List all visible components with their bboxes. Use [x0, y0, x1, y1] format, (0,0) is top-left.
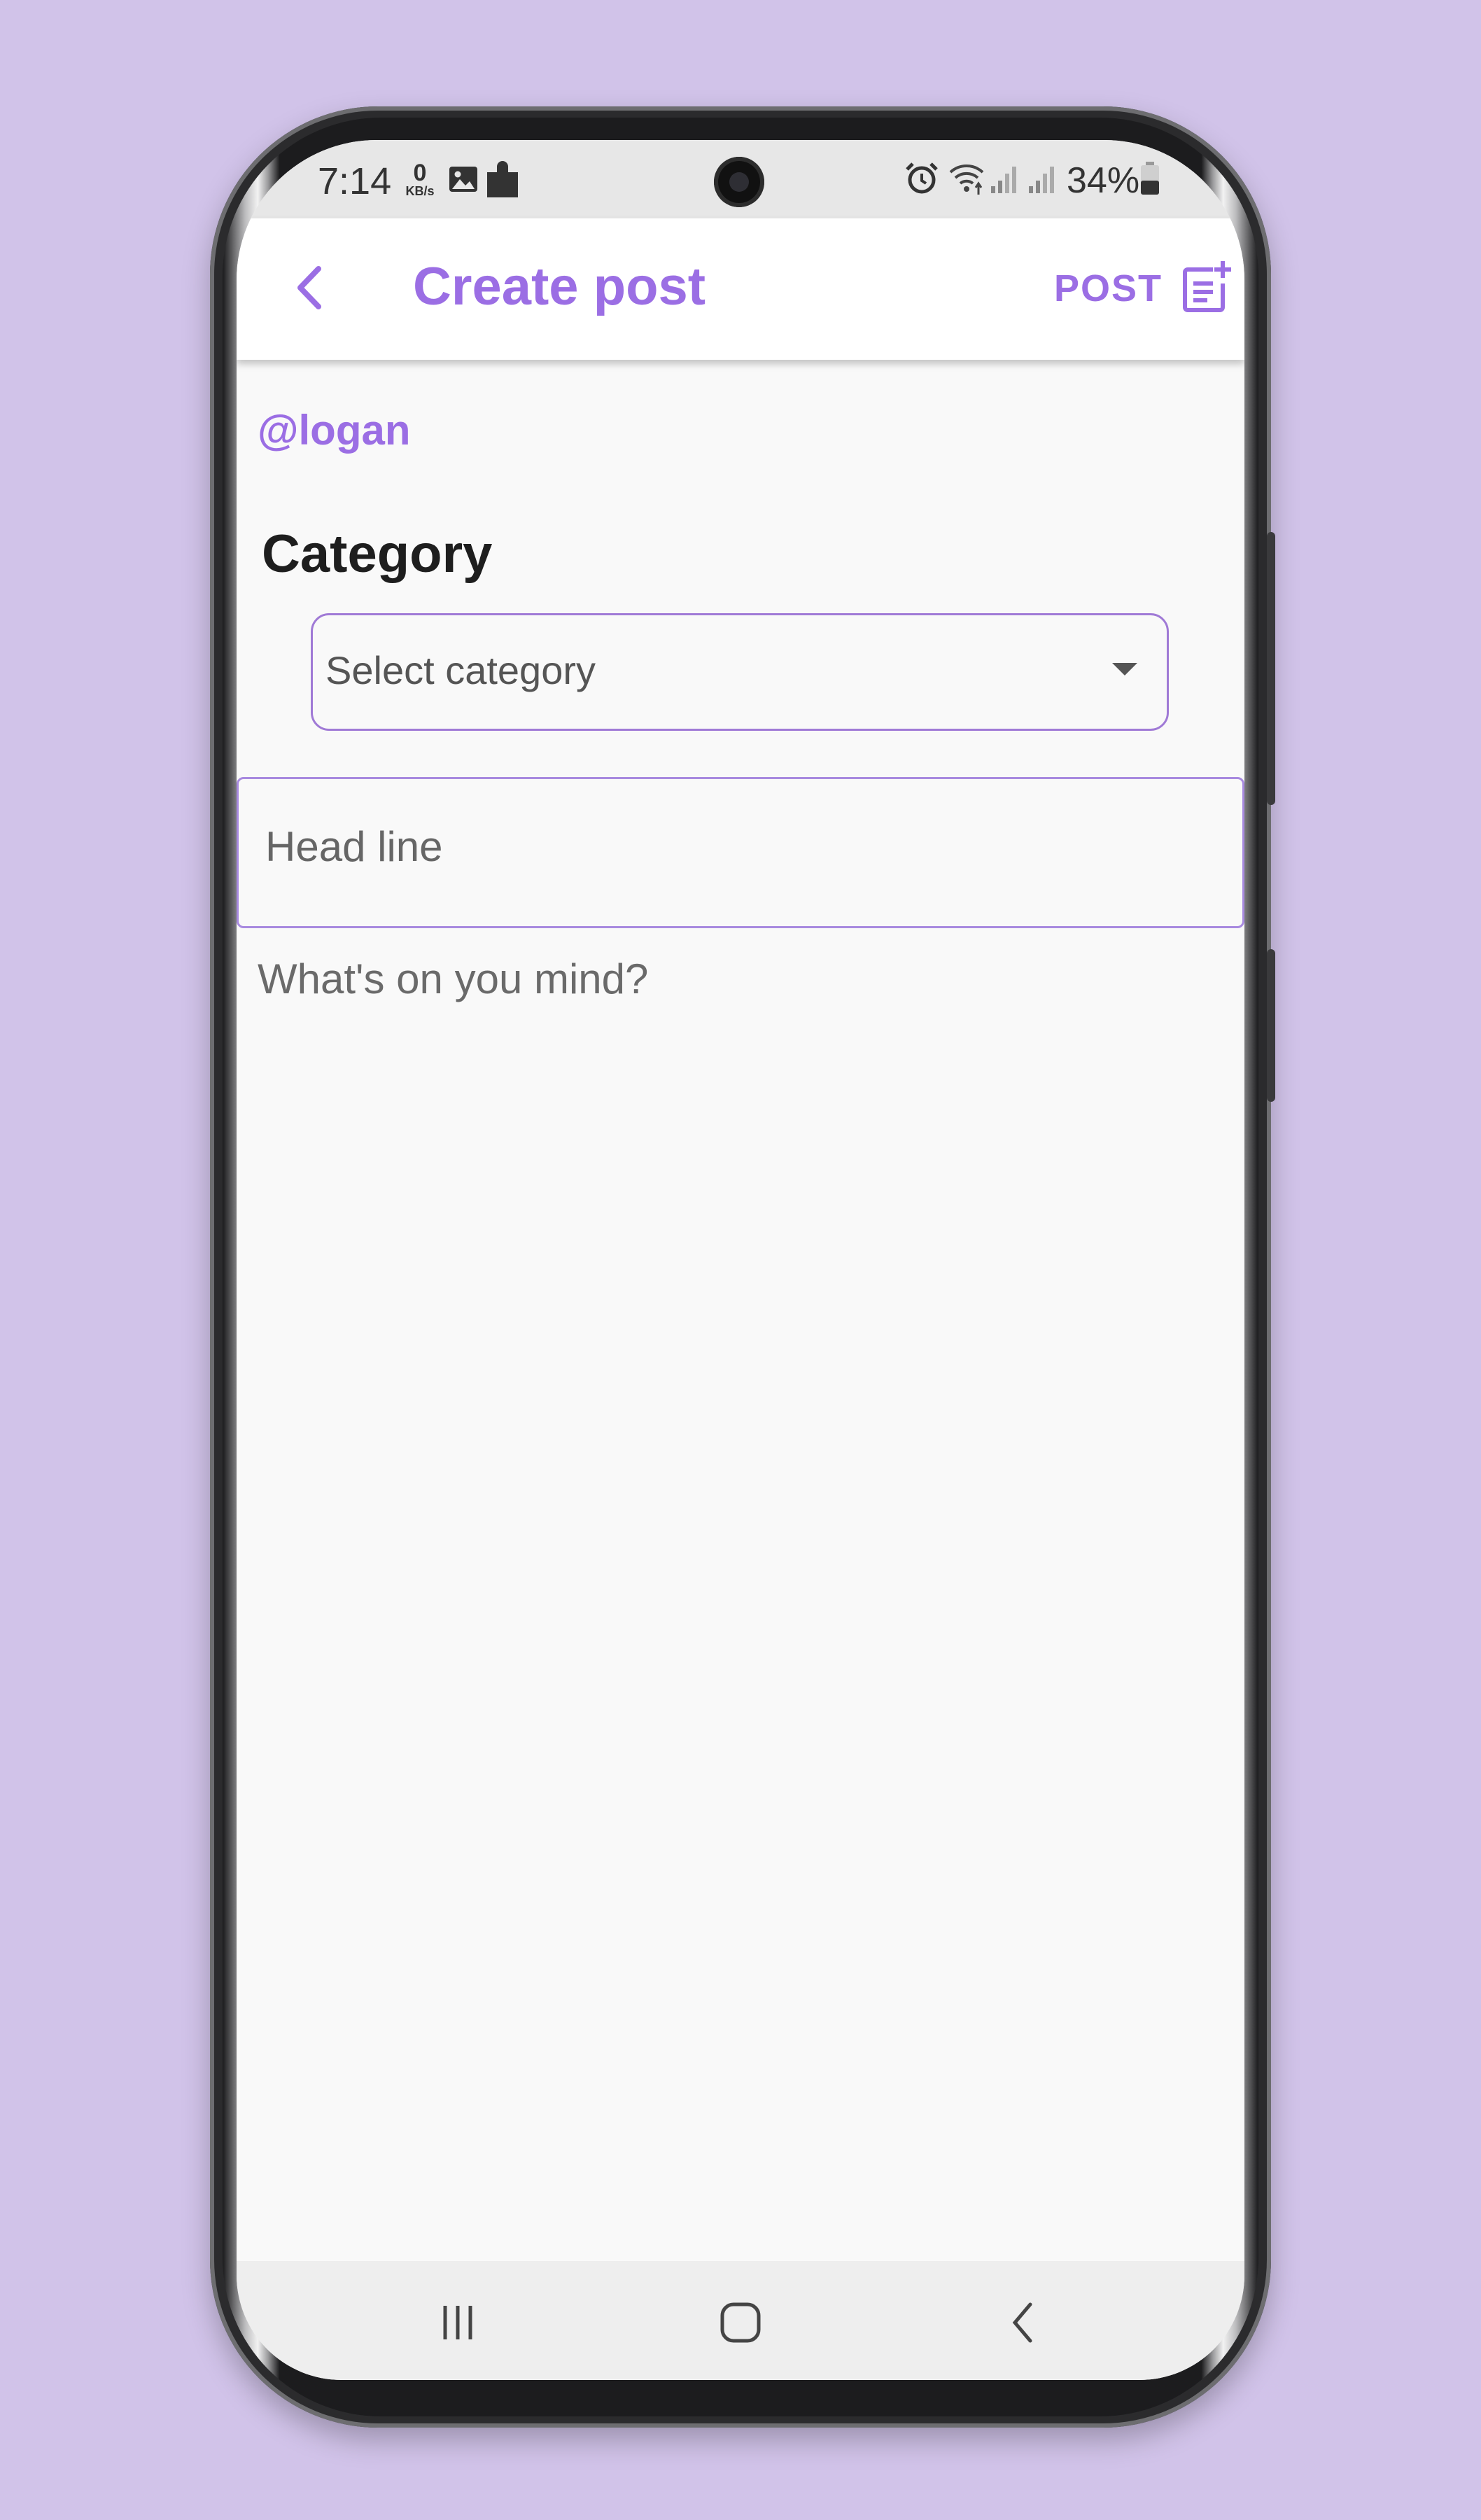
battery-percent: 34% [1067, 160, 1140, 201]
headline-placeholder: Head line [265, 823, 443, 870]
network-speed: 0 KB/s [399, 161, 441, 197]
volume-button [1267, 949, 1275, 1102]
signal-icon [988, 164, 1019, 198]
category-select[interactable]: Select category [311, 613, 1169, 731]
post-button-label: POST [1054, 267, 1163, 309]
battery-icon [1139, 161, 1160, 200]
nav-back-button[interactable] [981, 2289, 1065, 2359]
home-button[interactable] [699, 2289, 782, 2359]
recents-button[interactable] [416, 2289, 500, 2359]
power-button [1267, 532, 1275, 805]
headline-input[interactable]: Head line [237, 777, 1244, 928]
app-bar: Create post POST [237, 218, 1244, 360]
recents-icon [437, 2302, 479, 2347]
post-body-input[interactable]: What's on you mind? [258, 955, 1223, 2215]
status-bar: 7:14 0 KB/s 34% [237, 140, 1244, 218]
alarm-icon [904, 161, 939, 200]
back-button[interactable] [279, 258, 342, 321]
signal-icon [1026, 164, 1057, 198]
category-heading: Category [262, 524, 493, 584]
image-icon [448, 164, 479, 198]
phone-screen: 7:14 0 KB/s 34% Create post POST @logan … [237, 140, 1244, 2380]
back-icon [1008, 2300, 1039, 2348]
home-icon [718, 2300, 763, 2348]
page-title: Create post [413, 257, 706, 316]
network-speed-unit: KB/s [405, 184, 435, 198]
front-camera [714, 157, 764, 207]
username-label: @logan [258, 407, 411, 454]
post-body-placeholder: What's on you mind? [258, 955, 649, 1002]
network-speed-value: 0 [413, 160, 427, 186]
post-button[interactable]: POST [1054, 253, 1233, 323]
status-time: 7:14 [318, 160, 392, 202]
post-add-icon [1181, 260, 1233, 318]
wifi-icon [948, 162, 988, 200]
system-nav-bar [237, 2261, 1244, 2380]
puzzle-icon [484, 157, 525, 205]
chevron-left-icon [293, 263, 327, 316]
dropdown-arrow-icon [1112, 663, 1137, 676]
category-select-placeholder: Select category [325, 648, 596, 692]
